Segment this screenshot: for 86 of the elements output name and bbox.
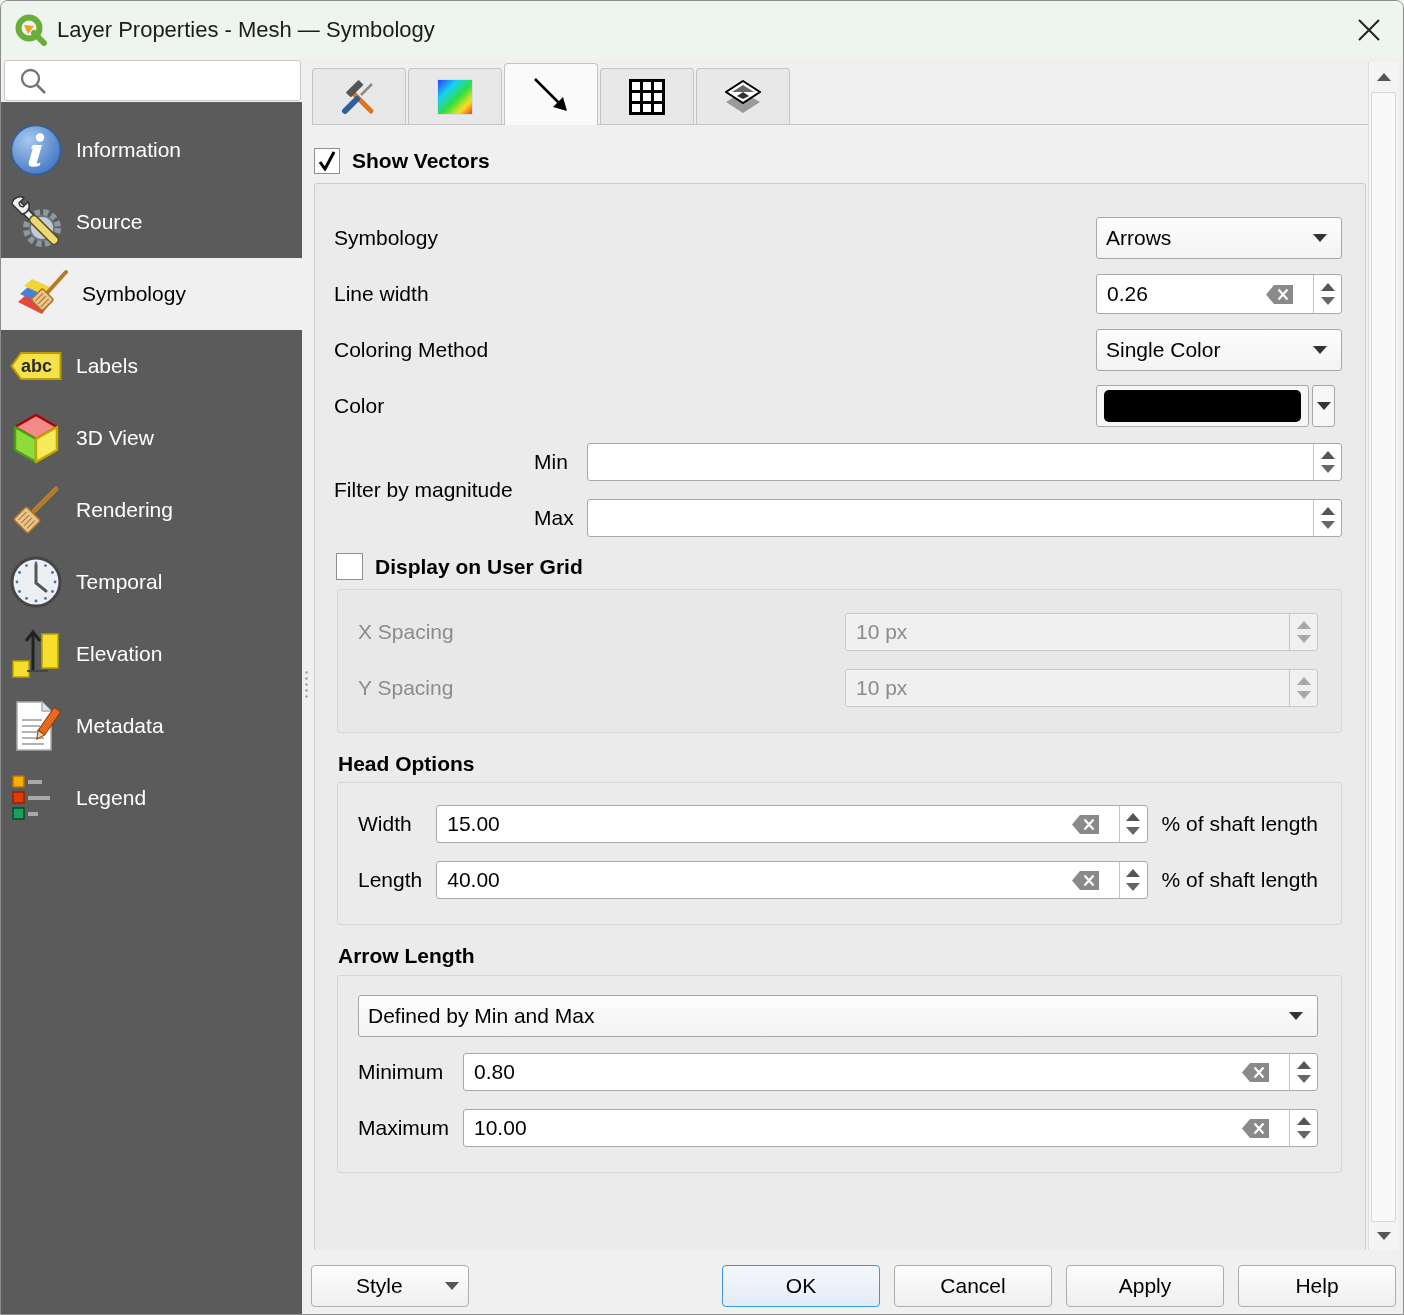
number-field[interactable]: 40.00 (436, 861, 1148, 899)
arrow-icon (534, 77, 568, 112)
field-label: Max (534, 506, 574, 529)
checkmark-icon (318, 151, 336, 171)
sidebar-item[interactable]: Information (1, 114, 302, 186)
field-label: Line width (334, 282, 429, 306)
dialog-button[interactable]: Cancel (894, 1265, 1052, 1307)
checkbox-label: Show Vectors (352, 149, 490, 173)
group-title: Head Options (337, 751, 475, 777)
search-icon (20, 67, 46, 94)
number-field[interactable] (587, 443, 1342, 481)
sidebar-item[interactable]: Elevation (1, 618, 302, 690)
caret-down-icon (1313, 346, 1327, 354)
sidebar-item[interactable]: Source (1, 186, 302, 258)
unit-label: % of shaft length (1161, 812, 1318, 836)
dialog-button[interactable]: Help (1238, 1265, 1396, 1307)
field-label: Min (534, 450, 568, 473)
number-field[interactable]: 10.00 (463, 1109, 1318, 1147)
dropdown[interactable]: Arrows (1096, 217, 1342, 259)
elevation-arrow-icon (10, 628, 62, 680)
spin-arrows-icon[interactable] (1296, 1061, 1311, 1083)
field-label: Symbology (334, 226, 438, 250)
tab[interactable] (600, 68, 694, 124)
group-title: Arrow Length (337, 943, 475, 969)
field-label: X Spacing (358, 620, 455, 644)
sidebar-item[interactable]: Legend (1, 762, 302, 834)
color-button[interactable] (1096, 385, 1309, 427)
spin-arrows-icon[interactable] (1296, 1117, 1311, 1139)
spin-arrows-icon[interactable] (1320, 507, 1335, 529)
sidebar-item[interactable]: Rendering (1, 474, 302, 546)
dialog-button[interactable]: Apply (1066, 1265, 1224, 1307)
tab[interactable] (696, 68, 790, 124)
spin-arrows-icon[interactable] (1126, 813, 1141, 835)
field-label: Coloring Method (334, 338, 489, 362)
number-field[interactable]: 0.26 (1096, 274, 1342, 314)
sidebar-item[interactable]: 3D View (1, 402, 302, 474)
sidebar-item[interactable]: Symbology (1, 258, 302, 330)
caret-down-icon (1316, 402, 1331, 410)
caret-up-icon (1376, 73, 1391, 81)
checkbox-label: Display on User Grid (375, 554, 583, 579)
number-field[interactable]: 15.00 (436, 805, 1148, 843)
number-field[interactable]: 0.80 (463, 1053, 1318, 1091)
splitter-grip-icon[interactable] (304, 671, 308, 701)
clear-icon[interactable] (1242, 1118, 1269, 1138)
clock-icon (10, 556, 62, 608)
dialog-button[interactable]: OK (722, 1265, 880, 1307)
color-gradient-icon (437, 78, 473, 115)
sidebar-item[interactable]: Temporal (1, 546, 302, 618)
clear-icon[interactable] (1266, 284, 1293, 304)
search-field[interactable] (4, 60, 301, 101)
grid-icon (629, 78, 665, 115)
spin-arrows-icon[interactable] (1320, 283, 1335, 305)
field-label: Minimum (358, 1060, 445, 1084)
field-label: Filter by magnitude (334, 478, 513, 501)
clear-icon[interactable] (1071, 814, 1099, 834)
unit-label: % of shaft length (1161, 868, 1318, 892)
field-label: Length (358, 868, 423, 892)
field-label: Width (358, 812, 413, 836)
abc-tag: abc (10, 351, 62, 381)
spin-arrows-icon[interactable] (1320, 451, 1335, 473)
caret-down-icon (445, 1282, 459, 1290)
clear-icon[interactable] (1242, 1062, 1269, 1082)
caret-down-icon (1313, 234, 1327, 242)
tab[interactable] (504, 63, 598, 125)
field-label: Color (334, 394, 385, 418)
app-logo-icon (15, 13, 47, 46)
sidebar-item[interactable]: abc Labels (1, 330, 302, 402)
wrench-gear-icon (10, 196, 62, 248)
sidebar-item[interactable]: Metadata (1, 690, 302, 762)
field-label: Y Spacing (358, 676, 455, 700)
dropdown[interactable]: Defined by Min and Max (358, 995, 1318, 1037)
caret-down-icon (1289, 1012, 1303, 1020)
layers-icon (725, 79, 761, 114)
info-icon (10, 124, 62, 176)
close-icon (1358, 18, 1380, 41)
color-menu-button[interactable] (1312, 385, 1335, 427)
dropdown[interactable]: Single Color (1096, 329, 1342, 371)
number-field[interactable] (587, 499, 1342, 537)
checkbox[interactable] (314, 148, 340, 174)
spin-arrows-icon[interactable] (1126, 869, 1141, 891)
clear-icon[interactable] (1071, 870, 1099, 890)
scroll-thumb[interactable] (1371, 92, 1396, 1222)
dialog-button[interactable]: Style (311, 1265, 469, 1307)
field-label: Maximum (358, 1116, 449, 1140)
window-title: Layer Properties - Mesh — Symbology (57, 16, 436, 43)
caret-down-icon (1376, 1232, 1391, 1240)
